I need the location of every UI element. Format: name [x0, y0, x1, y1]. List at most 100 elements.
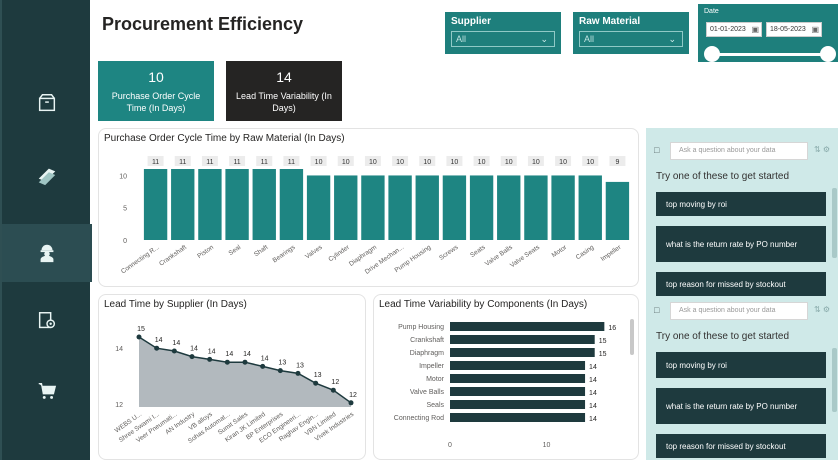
beam-icon	[38, 168, 56, 186]
chart-title: Purchase Order Cycle Time by Raw Materia…	[104, 133, 345, 144]
supplier-dropdown[interactable]: All ⌄	[451, 31, 555, 47]
data-label: 10	[451, 159, 459, 166]
page-title: Procurement Efficiency	[102, 14, 304, 34]
data-point	[277, 368, 283, 374]
data-label: 14	[243, 351, 251, 358]
calendar-icon[interactable]: ▣	[811, 23, 819, 36]
nav-item-worker[interactable]	[2, 224, 92, 282]
lead-time-variability-chart: Pump Housing 16 Crankshaft 15 Diaphragm 15 Imp…	[394, 319, 634, 449]
bar	[469, 175, 494, 240]
data-label: 10	[559, 159, 567, 166]
kpi-value: 10	[148, 69, 164, 85]
chevron-down-icon: ⌄	[540, 34, 548, 44]
y-tick-label: Diaphragm	[410, 350, 444, 357]
supplier-slicer: Supplier All ⌄	[445, 12, 561, 54]
data-label: 12	[349, 392, 357, 399]
data-point	[260, 363, 266, 369]
y-tick-label: Pump Housing	[398, 324, 444, 331]
kpi-card-po-cycle-time: 10 Purchase Order Cycle Time (In Days)	[98, 61, 214, 121]
worker-icon	[40, 244, 54, 263]
date-slicer: Date 01-01-2023 ▣ 18-05-2023 ▣	[698, 4, 838, 62]
qa-scrollbar[interactable]	[832, 188, 837, 258]
x-tick-label: Piston	[196, 244, 215, 260]
bar	[524, 175, 548, 240]
box-icon	[38, 94, 56, 112]
chevron-down-icon: ⌄	[668, 34, 676, 44]
qa-input-row: □ Ask a question about your data ⇅ ⚙	[650, 142, 838, 160]
data-label: 13	[278, 360, 286, 367]
x-tick-label: Valves	[304, 243, 324, 260]
qa-suggestion[interactable]: top reason for missed by stockout	[656, 434, 826, 458]
bar	[388, 175, 412, 240]
x-tick-label: Seal	[228, 244, 243, 258]
end-date-field[interactable]: 18-05-2023 ▣	[766, 22, 822, 37]
data-label: 11	[152, 159, 159, 166]
qa-suggestion[interactable]: what is the return rate by PO number	[656, 226, 826, 262]
po-cycle-time-chart-panel: 10 5 0 11 Connecting R... 11 Crankshaft 11 Pisto…	[98, 128, 639, 287]
nav-item-box[interactable]	[2, 74, 92, 132]
data-label: 14	[589, 377, 597, 384]
nav-item-beams[interactable]	[2, 146, 92, 204]
qa-input-row: □ Ask a question about your data ⇅ ⚙	[650, 302, 838, 320]
settings-icon[interactable]: ⇅ ⚙	[814, 305, 830, 314]
kpi-card-lead-time-variability: 14 Lead Time Variability (In Days)	[226, 61, 342, 121]
date-range-track[interactable]	[712, 53, 828, 56]
bar	[143, 169, 168, 240]
qa-panel: □ Ask a question about your data ⇅ ⚙ Try…	[646, 128, 838, 460]
y-tick-label: Seals	[426, 402, 444, 409]
y-tick-label: 0	[123, 238, 127, 245]
bar	[306, 175, 331, 240]
y-tick-label: Valve Balls	[410, 389, 445, 396]
x-tick-label: Screws	[438, 243, 460, 261]
bar	[415, 175, 439, 240]
raw-material-dropdown[interactable]: All ⌄	[579, 31, 683, 47]
kpi-value: 14	[276, 69, 292, 85]
bar	[198, 169, 222, 240]
data-label: 10	[478, 159, 486, 166]
chart-title: Lead Time by Supplier (In Days)	[104, 299, 247, 310]
nav-item-cart[interactable]	[2, 362, 92, 420]
data-label: 14	[589, 364, 597, 371]
date-range-end-handle[interactable]	[820, 46, 836, 62]
qa-scrollbar[interactable]	[832, 348, 837, 412]
data-point	[189, 354, 195, 360]
start-date-value: 01-01-2023	[710, 26, 746, 33]
settings-icon[interactable]: ⇅ ⚙	[814, 145, 830, 154]
bar	[225, 169, 249, 240]
x-tick-label: Motor	[551, 243, 569, 259]
data-label: 10	[505, 159, 513, 166]
data-point	[224, 359, 230, 365]
data-label: 10	[423, 159, 431, 166]
data-point	[207, 356, 213, 362]
data-label: 11	[206, 159, 213, 166]
calendar-icon[interactable]: ▣	[751, 23, 759, 36]
nav-item-components[interactable]	[2, 292, 92, 350]
qa-suggestion[interactable]: what is the return rate by PO number	[656, 388, 826, 424]
data-label: 13	[296, 362, 304, 369]
cart-icon	[38, 383, 57, 399]
data-label: 14	[589, 403, 597, 410]
data-label: 10	[396, 159, 404, 166]
y-tick-label: Connecting Rod	[394, 415, 444, 422]
y-tick-label: 5	[123, 206, 127, 213]
data-label: 11	[261, 159, 268, 166]
qa-suggestion[interactable]: top moving by roi	[656, 192, 826, 216]
data-label: 11	[233, 159, 240, 166]
qa-question-input[interactable]: Ask a question about your data	[670, 302, 808, 320]
qa-suggestion[interactable]: top reason for missed by stockout	[656, 272, 826, 296]
data-label: 14	[172, 340, 180, 347]
y-tick-label: 10	[119, 173, 127, 180]
raw-material-value: All	[584, 34, 595, 44]
bar	[252, 169, 276, 240]
qa-question-input[interactable]: Ask a question about your data	[670, 142, 808, 160]
data-label: 10	[342, 159, 350, 166]
x-tick-label: Crankshaft	[158, 244, 188, 268]
bar	[578, 175, 602, 240]
y-tick-label: Impeller	[419, 363, 445, 370]
data-label: 14	[225, 351, 233, 358]
data-point	[330, 387, 336, 393]
start-date-field[interactable]: 01-01-2023 ▣	[706, 22, 762, 37]
date-range-start-handle[interactable]	[704, 46, 720, 62]
qa-suggestion[interactable]: top moving by roi	[656, 352, 826, 378]
bar	[334, 175, 358, 240]
